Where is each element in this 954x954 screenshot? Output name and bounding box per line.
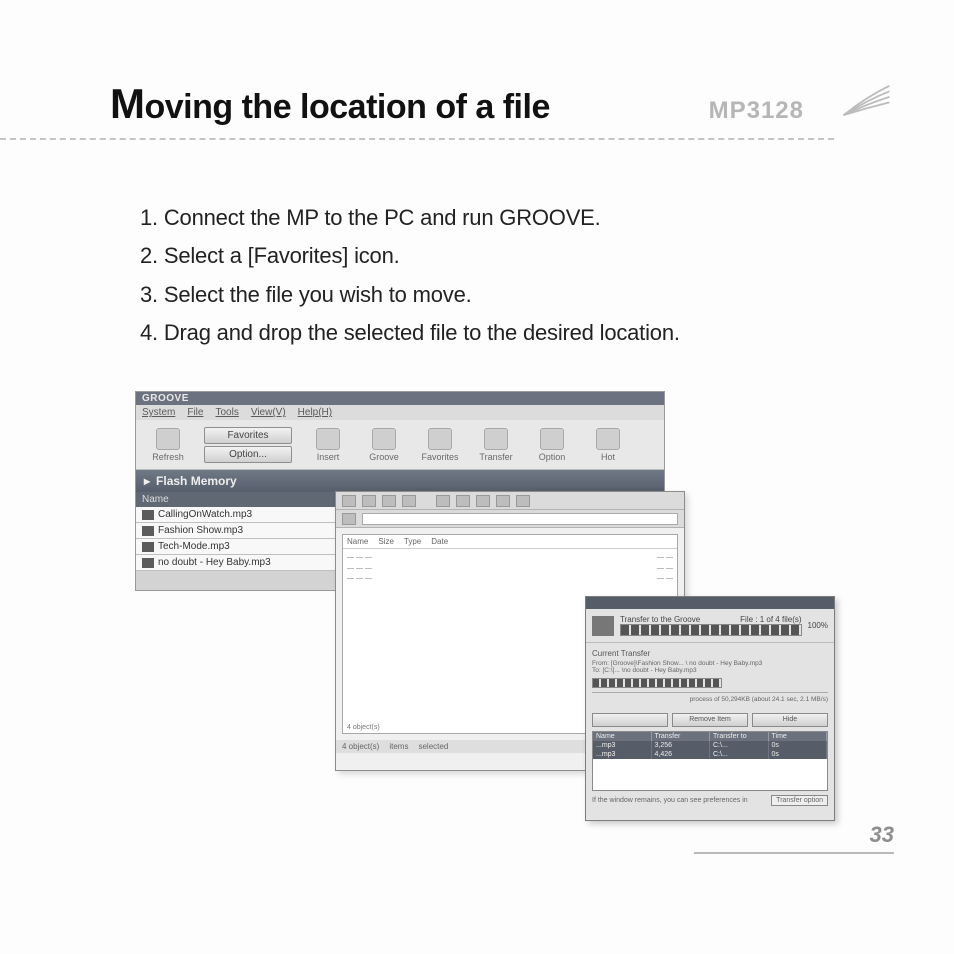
menu-tools[interactable]: Tools	[215, 407, 238, 418]
pages-icon	[839, 78, 894, 123]
toolbar-icon[interactable]	[456, 495, 470, 507]
overall-progress-bar	[620, 624, 802, 636]
toolbar-groove[interactable]: Groove	[358, 428, 410, 462]
menu-system[interactable]: System	[142, 407, 175, 418]
toolbar-icon[interactable]	[496, 495, 510, 507]
grid-row[interactable]: ...mp33,256C:\...0s	[593, 741, 827, 750]
groove-titlebar: GROOVE	[136, 392, 664, 405]
list-item[interactable]: — — —— —	[347, 553, 673, 564]
transfer-path-to: To: [C:\]... \no doubt - Hey Baby.mp3	[592, 667, 828, 674]
toolbar-insert[interactable]: Insert	[302, 428, 354, 462]
groove-icon	[372, 428, 396, 450]
transfer-footer-text: If the window remains, you can see prefe…	[592, 797, 748, 804]
menu-file[interactable]: File	[187, 407, 203, 418]
overall-percent: 100%	[808, 621, 828, 630]
model-number: MP3128	[709, 97, 804, 125]
flash-icon: ▸	[144, 474, 150, 488]
remove-item-button[interactable]: Remove Item	[672, 713, 748, 727]
list-item[interactable]: — — —— —	[347, 574, 673, 585]
list-item[interactable]: — — —— —	[347, 564, 673, 575]
favorites-button[interactable]: Favorites	[204, 427, 292, 444]
toolbar-icon[interactable]	[402, 495, 416, 507]
transfer-titlebar	[586, 597, 834, 609]
insert-icon	[316, 428, 340, 450]
page-title: Moving the location of a file	[110, 80, 550, 128]
current-transfer-label: Current Transfer	[592, 649, 828, 658]
groove-toolbar: Refresh Favorites Option... Insert Groov…	[136, 420, 664, 470]
grid-header: NameTransferTransfer toTime	[593, 732, 827, 741]
toolbar-icon[interactable]	[362, 495, 376, 507]
refresh-icon	[156, 428, 180, 450]
toolbar-icon[interactable]	[382, 495, 396, 507]
instruction-steps: 1. Connect the MP to the PC and run GROO…	[140, 200, 894, 351]
transfer-option-button[interactable]: Transfer option	[771, 795, 828, 806]
page-footer: 33	[694, 822, 894, 854]
step-3: 3. Select the file you wish to move.	[140, 277, 894, 313]
flash-memory-header: ▸ Flash Memory	[136, 470, 664, 492]
explorer-rows: — — —— — — — —— — — — —— —	[343, 549, 677, 589]
transfer-file-count: File : 1 of 4 file(s)	[740, 615, 801, 624]
transfer-title: Transfer to the Groove	[620, 615, 700, 624]
footer-rule	[694, 852, 894, 854]
toolbar-favorites[interactable]: Favorites	[414, 428, 466, 462]
transfer-speed: process of 50,294KB (about 24.1 sec, 2.1…	[592, 696, 828, 703]
grid-row[interactable]: ...mp34,426C:\...0s	[593, 750, 827, 759]
hide-button[interactable]: Hide	[752, 713, 828, 727]
transfer-icon	[484, 428, 508, 450]
step-1: 1. Connect the MP to the PC and run GROO…	[140, 200, 894, 236]
menu-view[interactable]: View(V)	[251, 407, 286, 418]
toolbar-icon[interactable]	[476, 495, 490, 507]
col-name[interactable]: Name	[142, 494, 169, 505]
screenshot-composite: GROOVE System File Tools View(V) Help(H)…	[135, 391, 845, 831]
favorites-icon	[428, 428, 452, 450]
option-button[interactable]: Option...	[204, 446, 292, 463]
explorer-columns: NameSizeTypeDate	[343, 535, 677, 549]
step-2: 2. Select a [Favorites] icon.	[140, 238, 894, 274]
toolbar-hot[interactable]: Hot	[582, 428, 634, 462]
transfer-dialog: Transfer to the Groove File : 1 of 4 fil…	[585, 596, 835, 821]
hot-icon	[596, 428, 620, 450]
toolbar-icon[interactable]	[516, 495, 530, 507]
transfer-logo-icon	[592, 616, 614, 636]
current-progress-bar	[592, 678, 722, 688]
transfer-path-from: From: [Groove]\Fashion Show... \ no doub…	[592, 660, 828, 667]
toolbar-option[interactable]: Option	[526, 428, 578, 462]
page-number: 33	[694, 822, 894, 852]
toolbar-transfer[interactable]: Transfer	[470, 428, 522, 462]
transfer-button-1[interactable]	[592, 713, 668, 727]
menu-help[interactable]: Help(H)	[298, 407, 332, 418]
explorer-addressbar	[336, 510, 684, 528]
explorer-status-left: 4 object(s)	[347, 724, 380, 731]
address-input[interactable]	[362, 513, 678, 525]
groove-menubar: System File Tools View(V) Help(H)	[136, 405, 664, 420]
toolbar-icon[interactable]	[342, 495, 356, 507]
address-icon	[342, 513, 356, 525]
step-4: 4. Drag and drop the selected file to th…	[140, 315, 894, 351]
explorer-toolbar	[336, 492, 684, 510]
option-icon	[540, 428, 564, 450]
title-divider	[0, 138, 834, 140]
toolbar-refresh[interactable]: Refresh	[142, 428, 194, 462]
transfer-queue-grid: NameTransferTransfer toTime ...mp33,256C…	[592, 731, 828, 791]
toolbar-icon[interactable]	[436, 495, 450, 507]
